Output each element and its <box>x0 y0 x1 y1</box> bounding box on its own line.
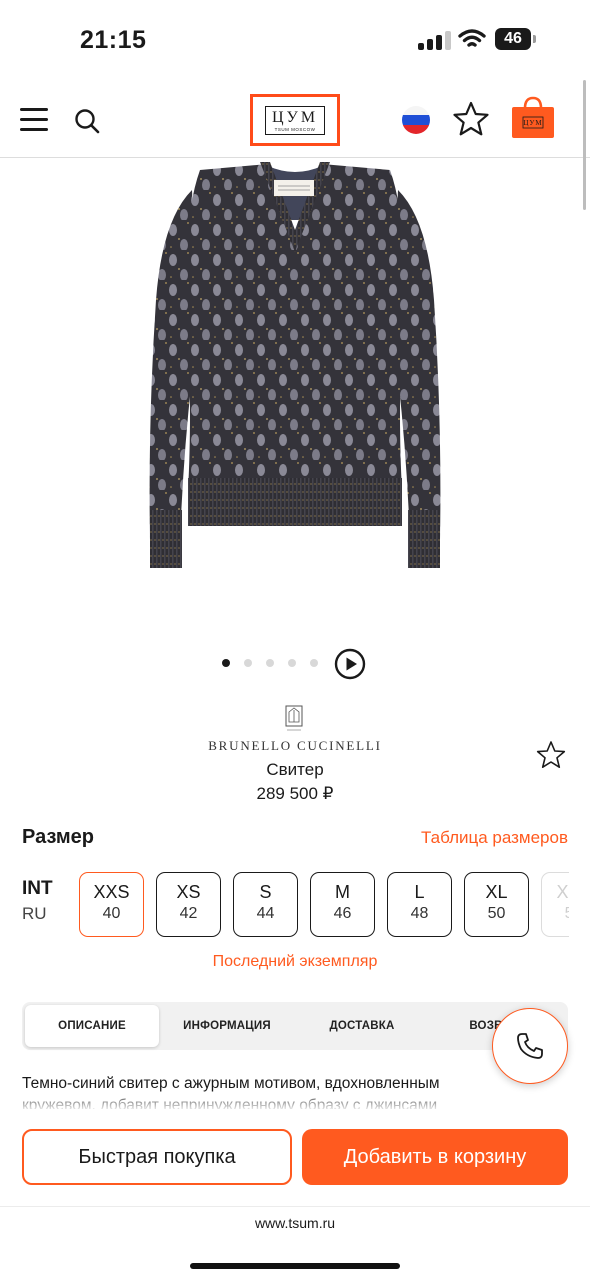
tab-delivery[interactable]: ДОСТАВКА <box>294 1005 430 1047</box>
signal-icon <box>418 30 452 50</box>
product-info-tabs: ОПИСАНИЕ ИНФОРМАЦИЯ ДОСТАВКА ВОЗВРАТ <box>22 1002 568 1050</box>
size-options: XXS 40 XS 42 S 44 M 46 L 48 XL 50 XXL 52 <box>79 872 569 940</box>
home-indicator[interactable] <box>190 1263 400 1269</box>
brand-emblem-icon <box>285 705 303 731</box>
wifi-icon <box>458 29 486 47</box>
size-option[interactable]: XXS 40 <box>79 872 144 937</box>
gallery-dot[interactable] <box>288 659 296 667</box>
purchase-action-bar: Быстрая покупка Добавить в корзину <box>0 1112 590 1206</box>
search-icon[interactable] <box>74 108 100 134</box>
battery-tip <box>533 35 536 43</box>
status-bar: 21:15 46 <box>0 0 590 78</box>
product-photo[interactable] <box>140 160 450 580</box>
russia-flag-icon[interactable] <box>402 106 430 134</box>
browser-url-bar[interactable]: www.tsum.ru <box>0 1206 590 1280</box>
tab-description[interactable]: ОПИСАНИЕ <box>25 1005 159 1047</box>
gallery-dot[interactable] <box>310 659 318 667</box>
gallery-pagination <box>222 648 382 686</box>
size-ru: 44 <box>256 905 275 922</box>
gallery-dot[interactable] <box>222 659 230 667</box>
add-to-cart-button[interactable]: Добавить в корзину <box>302 1129 568 1185</box>
size-system-int: INT <box>22 878 53 899</box>
size-int: XS <box>176 882 201 902</box>
brand-name[interactable]: BRUNELLO CUCINELLI <box>0 738 590 754</box>
size-ru: 46 <box>333 905 352 922</box>
size-ru: 50 <box>487 905 506 922</box>
size-ru: 52 <box>542 903 569 925</box>
svg-text:ЦУМ: ЦУМ <box>523 119 542 127</box>
size-option[interactable]: S 44 <box>233 872 298 937</box>
size-ru: 40 <box>102 905 121 922</box>
page-scrollbar[interactable] <box>583 80 586 210</box>
size-chart-link[interactable]: Таблица размеров <box>421 828 568 848</box>
quick-buy-button[interactable]: Быстрая покупка <box>22 1129 292 1185</box>
status-time: 21:15 <box>80 26 147 54</box>
size-int: XL <box>485 882 508 902</box>
size-int: L <box>414 882 425 902</box>
gallery-dot[interactable] <box>244 659 252 667</box>
size-int: XXL <box>556 882 569 902</box>
tab-information[interactable]: ИНФОРМАЦИЯ <box>162 1005 292 1047</box>
url-text[interactable]: www.tsum.ru <box>0 1215 590 1231</box>
size-option[interactable]: XL 50 <box>464 872 529 937</box>
size-int: XXS <box>93 882 130 902</box>
size-option[interactable]: M 46 <box>310 872 375 937</box>
site-header: ЦУМ TSUM MOSCOW ЦУМ <box>0 78 590 158</box>
size-system-labels: INT RU <box>22 878 72 924</box>
size-option[interactable]: XXL 52 <box>541 872 569 937</box>
product-price: 289 500 ₽ <box>256 784 334 803</box>
call-button[interactable] <box>492 1008 568 1084</box>
favorites-star-icon[interactable] <box>452 100 490 138</box>
play-circle-icon[interactable] <box>334 648 366 680</box>
size-int: M <box>335 882 350 902</box>
gallery-dot[interactable] <box>266 659 274 667</box>
add-to-wishlist-star-icon[interactable] <box>536 740 566 770</box>
shopping-bag-icon[interactable]: ЦУМ <box>510 94 556 140</box>
logo-text: ЦУМ <box>271 108 319 126</box>
size-ru: 48 <box>410 905 429 922</box>
product-name: Свитер <box>266 760 324 779</box>
phone-icon <box>517 1033 543 1059</box>
logo-subtext: TSUM MOSCOW <box>274 126 316 132</box>
hamburger-icon[interactable] <box>20 108 50 132</box>
size-system-ru: RU <box>22 904 47 923</box>
size-int: S <box>259 882 272 902</box>
stock-note: Последний экземпляр <box>212 953 378 970</box>
size-ru: 42 <box>179 905 198 922</box>
size-section-title: Размер <box>22 826 95 848</box>
description-fade <box>0 1096 590 1112</box>
logo-frame: ЦУМ TSUM MOSCOW <box>264 105 326 135</box>
tsum-logo[interactable]: ЦУМ TSUM MOSCOW <box>250 94 340 146</box>
size-option[interactable]: XS 42 <box>156 872 221 937</box>
size-option[interactable]: L 48 <box>387 872 452 937</box>
battery-icon: 46 <box>495 28 531 50</box>
